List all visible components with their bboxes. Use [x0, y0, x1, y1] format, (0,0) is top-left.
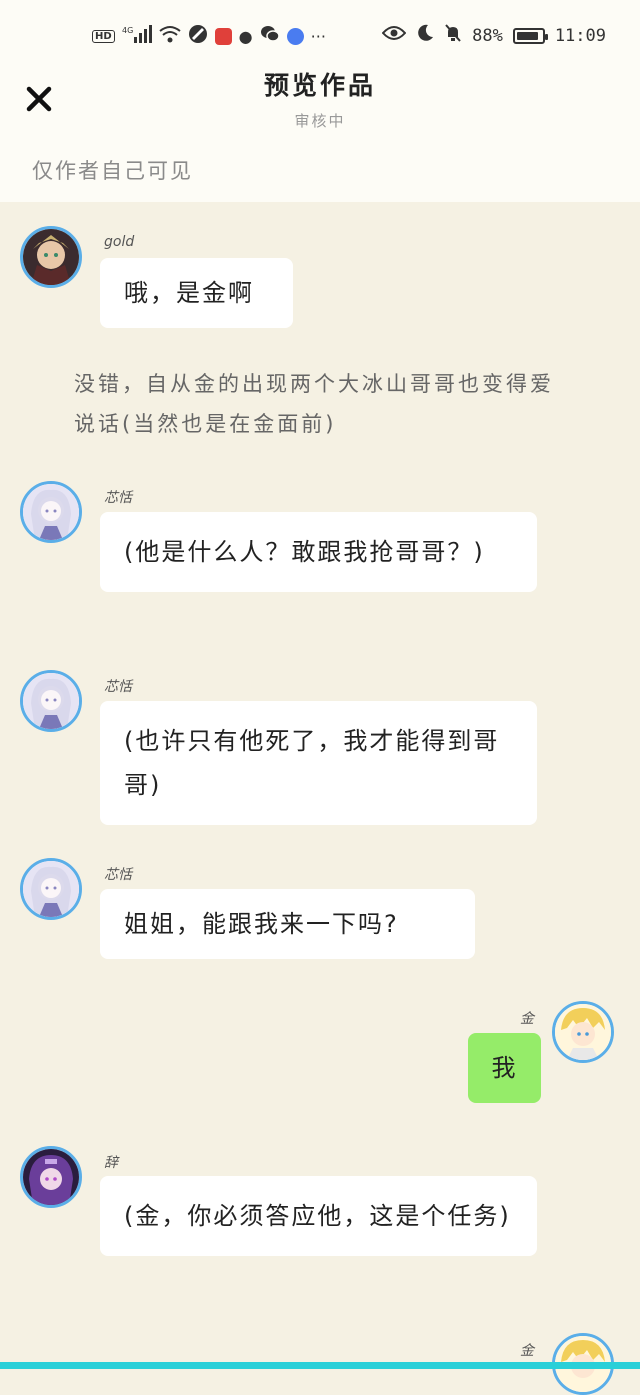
speaker-name: 芯恬: [104, 679, 132, 695]
wifi-icon: [159, 25, 181, 47]
speaker-name: 芯恬: [104, 867, 132, 883]
status-bar: HD 4G ● ··· 88% 11:09: [0, 0, 640, 74]
message-bubble: 哦，是金啊: [100, 258, 293, 328]
battery-percent: 88%: [472, 25, 503, 46]
avatar-jin[interactable]: [552, 1001, 614, 1063]
message-bubble: 姐姐，能跟我来一下吗?: [100, 889, 475, 959]
top-header-area: HD 4G ● ··· 88% 11:09 预览作品 审核中 仅作者自己可见: [0, 0, 640, 202]
message-bubble: (也许只有他死了，我才能得到哥哥): [100, 701, 537, 825]
browser-icon: [188, 24, 208, 48]
network-label: 4G: [122, 26, 133, 35]
wechat-icon: [260, 25, 280, 47]
status-left-icons: HD 4G ● ···: [92, 24, 326, 48]
avatar-ci[interactable]: [20, 1146, 82, 1208]
status-right-icons: 88% 11:09: [381, 24, 606, 47]
battery-icon: [512, 27, 548, 44]
review-status: 审核中: [294, 112, 346, 130]
visibility-note: 仅作者自己可见: [32, 159, 193, 183]
bottom-accent-bar: [0, 1362, 640, 1369]
page-title: 预览作品: [263, 71, 376, 100]
avatar-xintian[interactable]: [20, 670, 82, 732]
hd-icon: HD: [92, 29, 115, 43]
clock: 11:09: [554, 25, 606, 46]
eye-icon: [381, 25, 407, 46]
moon-icon: [416, 24, 434, 47]
message-bubble: (金，你必须答应他，这是个任务): [100, 1176, 537, 1256]
narration-text: 没错，自从金的出现两个大冰山哥哥也变得爱说话(当然也是在金面前): [74, 372, 554, 436]
speaker-name: 金: [520, 1343, 534, 1359]
message-bubble: (他是什么人？敢跟我抢哥哥？): [100, 512, 537, 592]
signal-icon: 4G: [122, 25, 152, 47]
avatar-xintian[interactable]: [20, 858, 82, 920]
app-notification-icon: [214, 27, 232, 45]
avatar-gold[interactable]: [20, 226, 82, 288]
speaker-name: 辞: [104, 1155, 118, 1171]
more-notifications-icon: ···: [310, 26, 326, 46]
speaker-name: 金: [520, 1011, 534, 1027]
avatar-xintian[interactable]: [20, 481, 82, 543]
speaker-name: 芯恬: [104, 490, 132, 506]
my-message-bubble: 我: [468, 1033, 541, 1103]
battery-fill: [516, 31, 538, 40]
music-icon: [286, 27, 304, 45]
message-icon: ●: [238, 26, 253, 46]
speaker-name: gold: [104, 234, 135, 250]
mute-bell-icon: [444, 24, 462, 47]
